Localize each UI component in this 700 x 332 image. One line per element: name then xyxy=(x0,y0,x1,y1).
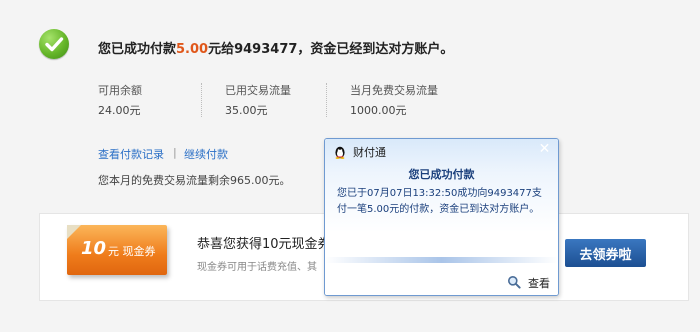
popup-heading: 您已成功付款 xyxy=(408,168,475,181)
continue-payment-link[interactable]: 继续付款 xyxy=(184,146,228,162)
stat-label-used-flow: 已用交易流量 xyxy=(225,84,291,97)
remaining-flow-note: 您本月的免费交易流量剩余965.00元。 xyxy=(98,174,291,187)
stat-value-balance: 24.00元 xyxy=(98,104,141,117)
link-separator: | xyxy=(173,146,177,159)
coupon-title: 恭喜您获得10元现金券 xyxy=(197,237,331,252)
magnifier-icon[interactable] xyxy=(507,274,521,289)
stat-label-balance: 可用余额 xyxy=(98,84,142,97)
coupon-ticket-amount: 10 xyxy=(81,238,107,259)
stat-divider xyxy=(201,83,202,117)
view-details-link[interactable]: 查看 xyxy=(528,275,550,291)
paid-amount: 5.00 xyxy=(176,42,209,57)
close-icon[interactable]: ✕ xyxy=(537,142,552,156)
success-check-icon xyxy=(39,29,69,59)
notification-popup: 财付通 ✕ 您已成功付款 您已于07月07日13:32:50成功向9493477… xyxy=(324,138,559,296)
view-payment-record-link[interactable]: 查看付款记录 xyxy=(98,146,164,162)
stat-divider xyxy=(326,83,327,117)
popup-app-name: 财付通 xyxy=(353,146,386,159)
success-title: 您已成功付款5.00元给9493477，资金已经到达对方账户。 xyxy=(98,42,454,57)
claim-coupon-button[interactable]: 去领券啦 xyxy=(565,239,646,267)
coupon-ticket-fold xyxy=(67,225,81,239)
popup-decoration xyxy=(325,257,558,263)
stat-label-free-flow: 当月免费交易流量 xyxy=(350,84,438,97)
popup-message: 您已于07月07日13:32:50成功向9493477支付一笔5.00元的付款，… xyxy=(337,188,542,215)
qq-penguin-icon xyxy=(333,144,347,159)
stat-value-used-flow: 35.00元 xyxy=(225,104,268,117)
coupon-ticket-unit: 元 现金券 xyxy=(108,245,156,258)
stat-value-free-flow: 1000.00元 xyxy=(350,104,407,117)
coupon-subtitle: 现金券可用于话费充值、其 xyxy=(197,262,317,273)
